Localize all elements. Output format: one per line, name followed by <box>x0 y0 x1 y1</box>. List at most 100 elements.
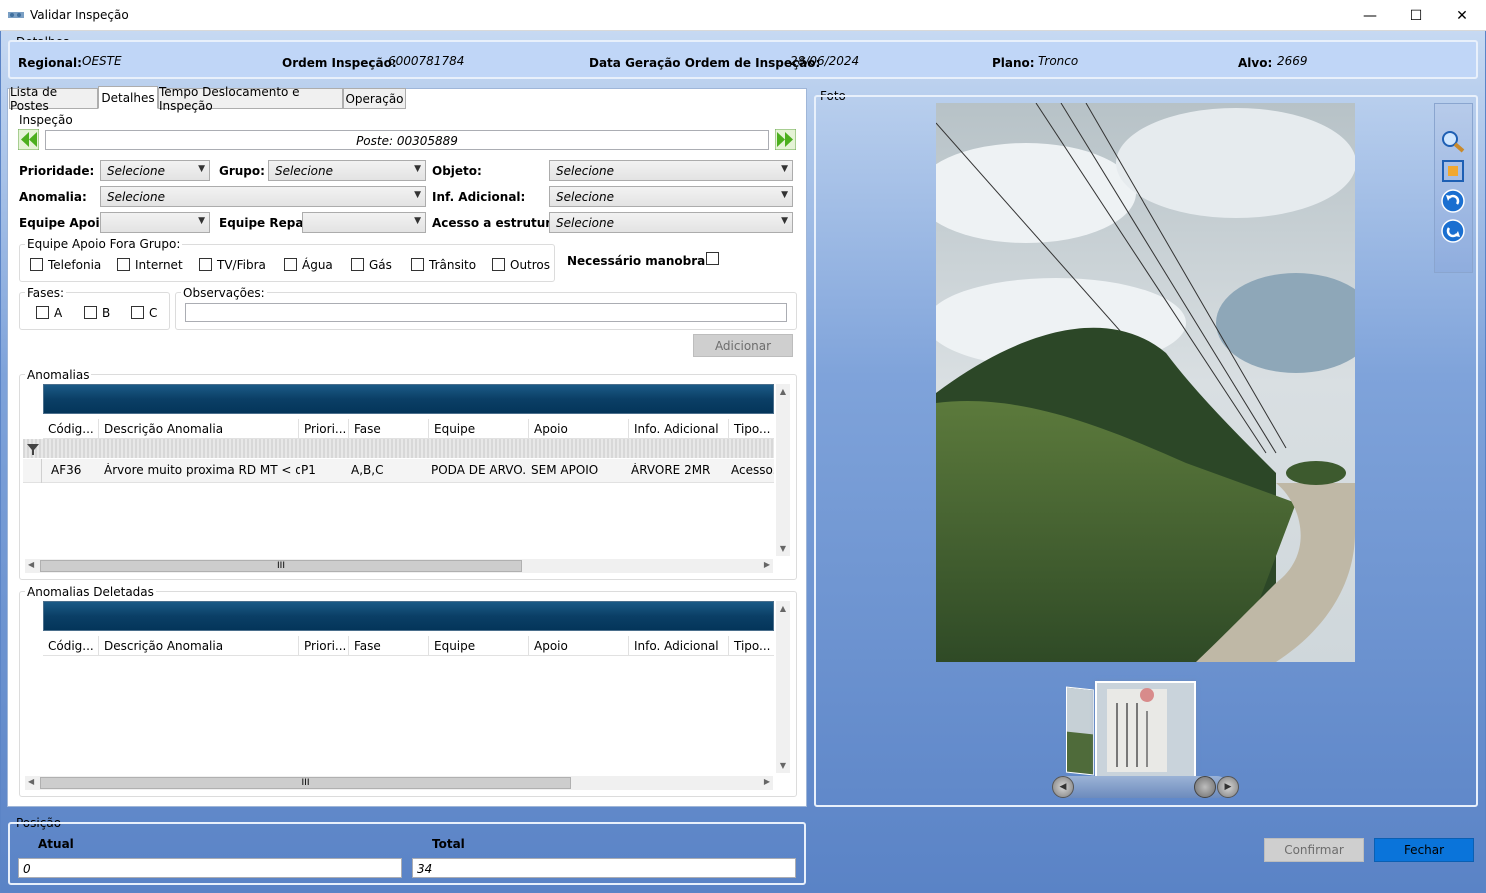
maximize-button[interactable]: ☐ <box>1393 0 1439 31</box>
tab-lista-postes[interactable]: Lista de Postes <box>9 85 98 113</box>
total-label: Total <box>432 837 465 851</box>
fase-a-checkbox[interactable] <box>36 306 49 319</box>
row-selector[interactable] <box>23 459 42 483</box>
col-info-adicional[interactable]: Info. Adicional <box>629 419 729 439</box>
col-prioridade[interactable]: Priori... <box>299 419 349 439</box>
fases-legend: Fases: <box>25 286 67 300</box>
necessario-manobra-checkbox[interactable] <box>706 252 719 265</box>
rotate-right-icon <box>1441 219 1465 243</box>
regional-value: OESTE <box>82 54 122 68</box>
carousel-prev-button[interactable]: ◀ <box>1052 776 1074 798</box>
scroll-thumb[interactable]: III <box>40 777 571 789</box>
ordem-value: 6000781784 <box>388 54 465 68</box>
zoom-button[interactable] <box>1440 129 1466 153</box>
table-row[interactable]: AF36 Árvore muito proxima RD MT < d... P… <box>23 459 774 483</box>
tv-fibra-checkbox[interactable] <box>199 258 212 271</box>
deletadas-column-header: Códig... Descrição Anomalia Priori... Fa… <box>43 636 774 656</box>
equipe-fora-grupo-legend: Equipe Apoio Fora Grupo: <box>25 237 183 251</box>
grupo-label: Grupo: <box>219 164 265 178</box>
gas-checkbox[interactable] <box>351 258 364 271</box>
fit-screen-button[interactable] <box>1441 159 1465 183</box>
inf-adicional-select[interactable]: Selecione ▼ <box>549 186 793 207</box>
atual-label: Atual <box>38 837 74 851</box>
anomalias-hscroll[interactable]: ◀ III ▶ <box>25 559 773 573</box>
col-fase[interactable]: Fase <box>349 636 429 656</box>
outros-checkbox[interactable] <box>492 258 505 271</box>
col-tipo[interactable]: Tipo... <box>729 419 774 439</box>
anomalias-vscroll[interactable]: ▲ ▼ <box>776 384 790 556</box>
tab-label: Detalhes <box>101 90 155 105</box>
col-tipo[interactable]: Tipo... <box>729 636 774 656</box>
telefonia-label: Telefonia <box>48 258 102 272</box>
atual-field[interactable]: 0 <box>18 858 402 878</box>
data-geracao-label: Data Geração Ordem de Inspeção: <box>589 56 821 70</box>
thumbnail-photo-1[interactable] <box>1066 686 1094 776</box>
prioridade-select[interactable]: Selecione ▼ <box>100 160 210 181</box>
data-geracao-value: 28/06/2024 <box>790 54 860 68</box>
minimize-icon: — <box>1363 7 1377 24</box>
tab-operacao[interactable]: Operação <box>343 88 406 109</box>
filter-icon[interactable] <box>25 441 41 457</box>
deletadas-vscroll[interactable]: ▲ ▼ <box>776 601 790 773</box>
equipe-apoio-label: Equipe Apoio: <box>19 216 113 230</box>
next-poste-button[interactable] <box>774 128 797 151</box>
previous-poste-button[interactable] <box>17 128 40 151</box>
internet-checkbox[interactable] <box>117 258 130 271</box>
confirmar-button[interactable]: Confirmar <box>1264 838 1364 862</box>
anomalias-filter-row[interactable] <box>23 439 774 458</box>
fit-to-screen-icon <box>1442 160 1464 182</box>
col-apoio[interactable]: Apoio <box>529 419 629 439</box>
ordem-label: Ordem Inspeção: <box>282 56 397 70</box>
tab-tempo-deslocamento[interactable]: Tempo Deslocamento e Inspeção <box>158 85 343 113</box>
carousel-next-button[interactable]: ▶ <box>1217 776 1239 798</box>
telefonia-checkbox[interactable] <box>30 258 43 271</box>
carousel-thumb-handle[interactable] <box>1194 776 1216 798</box>
total-field[interactable]: 34 <box>412 858 796 878</box>
col-equipe[interactable]: Equipe <box>429 636 529 656</box>
scroll-thumb[interactable]: III <box>40 560 522 572</box>
necessario-manobra-label: Necessário manobra: <box>567 254 711 268</box>
tab-detalhes[interactable]: Detalhes <box>98 86 158 109</box>
chevron-right-icon: ▶ <box>1224 782 1232 792</box>
observacoes-input[interactable] <box>185 303 787 322</box>
prioridade-label: Prioridade: <box>19 164 95 178</box>
col-prioridade[interactable]: Priori... <box>299 636 349 656</box>
minimize-button[interactable]: — <box>1347 0 1393 31</box>
col-codigo[interactable]: Códig... <box>43 636 99 656</box>
chevron-down-icon: ▼ <box>414 164 421 174</box>
inspecao-legend: Inspeção <box>19 113 73 127</box>
fase-c-label: C <box>149 306 158 320</box>
cell-apoio: SEM APOIO <box>531 463 599 477</box>
inf-adicional-value: Selecione <box>556 190 614 204</box>
col-apoio[interactable]: Apoio <box>529 636 629 656</box>
thumbnail-photo-2[interactable] <box>1095 681 1196 780</box>
equipe-reparo-select[interactable]: ▼ <box>302 212 426 233</box>
acesso-estrutura-select[interactable]: Selecione ▼ <box>549 212 793 233</box>
cell-codigo: AF36 <box>51 463 82 477</box>
adicionar-button[interactable]: Adicionar <box>693 334 793 357</box>
anomalia-select[interactable]: Selecione ▼ <box>100 186 426 207</box>
rotate-left-button[interactable] <box>1441 189 1465 213</box>
col-fase[interactable]: Fase <box>349 419 429 439</box>
tab-label: Lista de Postes <box>10 84 58 113</box>
fase-b-checkbox[interactable] <box>84 306 97 319</box>
transito-checkbox[interactable] <box>411 258 424 271</box>
col-info-adicional[interactable]: Info. Adicional <box>629 636 729 656</box>
window-title: Validar Inspeção <box>30 8 129 22</box>
deletadas-hscroll[interactable]: ◀ III ▶ <box>25 776 773 790</box>
equipe-apoio-select[interactable]: ▼ <box>100 212 210 233</box>
objeto-select[interactable]: Selecione ▼ <box>549 160 793 181</box>
fase-c-checkbox[interactable] <box>131 306 144 319</box>
col-codigo[interactable]: Códig... <box>43 419 99 439</box>
close-button[interactable]: ✕ <box>1439 0 1485 31</box>
chevron-down-icon: ▼ <box>781 164 788 174</box>
inf-adicional-label: Inf. Adicional: <box>432 190 526 204</box>
col-descricao[interactable]: Descrição Anomalia <box>99 419 299 439</box>
inspection-photo[interactable] <box>936 103 1355 662</box>
agua-checkbox[interactable] <box>284 258 297 271</box>
col-equipe[interactable]: Equipe <box>429 419 529 439</box>
grupo-select[interactable]: Selecione ▼ <box>268 160 426 181</box>
rotate-right-button[interactable] <box>1441 219 1465 243</box>
col-descricao[interactable]: Descrição Anomalia <box>99 636 299 656</box>
fechar-button[interactable]: Fechar <box>1374 838 1474 862</box>
